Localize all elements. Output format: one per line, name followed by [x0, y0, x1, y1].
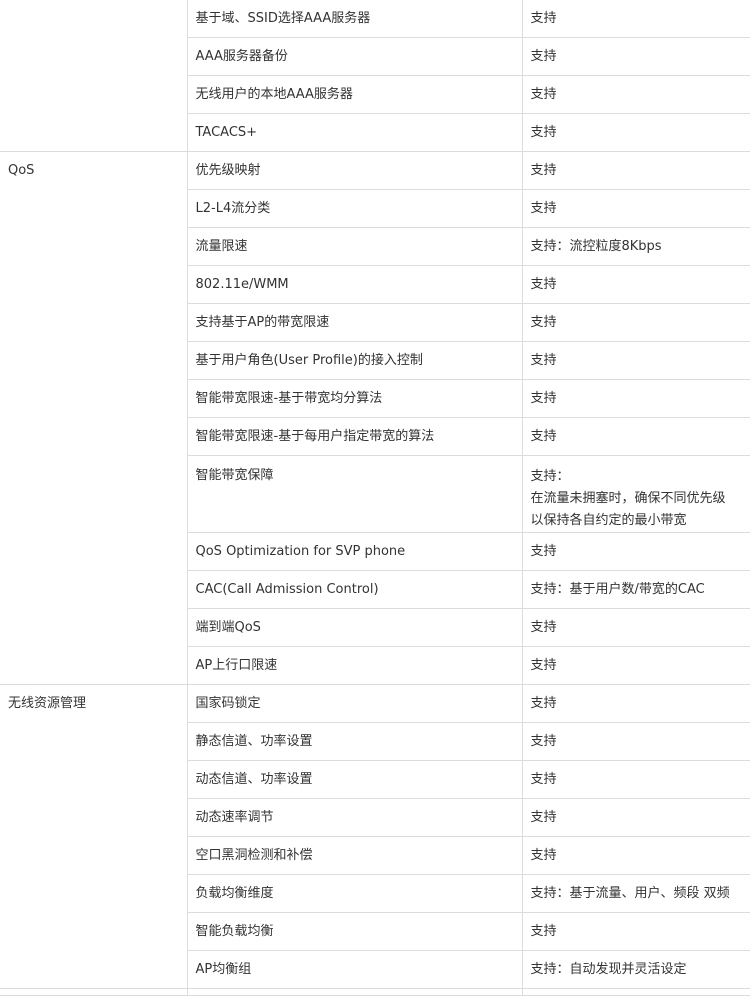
spec-table: 基于域、SSID选择AAA服务器 支持 AAA服务器备份 支持 无线用户的本地AAA服务… [0, 0, 750, 996]
support-cell: 支持 [521, 341, 750, 380]
support-cell: 支持 [521, 75, 750, 114]
support-cell: 支持：自动发现并灵活设定 [521, 950, 750, 989]
feature-cell: QoS Optimization for SVP phone [187, 532, 523, 571]
feature-cell: 支持基于AP的带宽限速 [187, 303, 523, 342]
empty-cell [186, 988, 523, 996]
feature-cell: 智能负载均衡 [187, 912, 523, 951]
feature-cell: 智能带宽保障 [187, 455, 523, 533]
feature-cell: CAC(Call Admission Control) [187, 570, 523, 609]
support-cell: 支持 [521, 151, 750, 190]
support-cell: 支持 [521, 646, 750, 685]
feature-cell: 端到端QoS [187, 608, 523, 647]
support-cell: 支持 [521, 608, 750, 647]
empty-cell [0, 988, 188, 996]
feature-cell: 动态速率调节 [187, 798, 523, 837]
support-cell: 支持 [521, 798, 750, 837]
feature-cell: 智能带宽限速-基于每用户指定带宽的算法 [187, 417, 523, 456]
category-cell [0, 0, 188, 152]
category-cell: QoS [0, 151, 188, 685]
support-cell: 支持 [521, 379, 750, 418]
feature-cell: 基于域、SSID选择AAA服务器 [186, 0, 523, 38]
feature-cell: 无线用户的本地AAA服务器 [187, 75, 523, 114]
support-cell: 支持 [521, 760, 750, 799]
support-cell: 支持 [521, 189, 750, 228]
feature-cell: AAA服务器备份 [187, 37, 523, 76]
feature-cell: 静态信道、功率设置 [187, 722, 523, 761]
support-cell: 支持 [521, 37, 750, 76]
empty-cell [521, 988, 750, 996]
table-row: 基于域、SSID选择AAA服务器 支持 [0, 0, 750, 152]
support-line: 支持： [530, 469, 570, 484]
feature-cell: 空口黑洞检测和补偿 [187, 836, 523, 875]
support-cell: 支持 [521, 265, 750, 304]
feature-cell: TACACS+ [187, 113, 523, 152]
support-cell: 支持 [521, 303, 750, 342]
support-cell: 支持 [521, 0, 750, 38]
feature-cell: 负载均衡维度 [187, 874, 523, 913]
feature-cell: 动态信道、功率设置 [187, 760, 523, 799]
table-row-partial [0, 988, 750, 996]
feature-cell: 优先级映射 [186, 151, 523, 190]
feature-cell: 国家码锁定 [186, 684, 523, 723]
table-row: 无线资源管理 国家码锁定 支持 [0, 684, 750, 989]
support-cell: 支持 [521, 722, 750, 761]
feature-cell: L2-L4流分类 [187, 189, 523, 228]
feature-cell: AP均衡组 [187, 950, 523, 989]
support-cell: 支持：流控粒度8Kbps [521, 227, 750, 266]
support-cell: 支持 [521, 532, 750, 571]
support-cell: 支持：基于流量、用户、频段 双频 [521, 874, 750, 913]
feature-cell: 流量限速 [187, 227, 523, 266]
support-cell: 支持 [521, 836, 750, 875]
support-cell: 支持 [521, 113, 750, 152]
feature-cell: AP上行口限速 [187, 646, 523, 685]
support-cell: 支持 [521, 684, 750, 723]
spec-table-body: 基于域、SSID选择AAA服务器 支持 AAA服务器备份 支持 无线用户的本地AAA服务… [0, 0, 750, 996]
table-row: QoS 优先级映射 支持 [0, 151, 750, 685]
support-line: 以保持各自约定的最小带宽 [530, 513, 687, 528]
support-cell: 支持：基于用户数/带宽的CAC [521, 570, 750, 609]
feature-cell: 基于用户角色(User Profile)的接入控制 [187, 341, 523, 380]
support-line: 在流量未拥塞时，确保不同优先级 [530, 491, 726, 506]
support-cell: 支持 [521, 912, 750, 951]
feature-cell: 智能带宽限速-基于带宽均分算法 [187, 379, 523, 418]
support-cell: 支持 [521, 417, 750, 456]
feature-cell: 802.11e/WMM [187, 265, 523, 304]
support-cell: 支持： 在流量未拥塞时，确保不同优先级 以保持各自约定的最小带宽 [521, 455, 750, 533]
category-cell: 无线资源管理 [0, 684, 188, 989]
